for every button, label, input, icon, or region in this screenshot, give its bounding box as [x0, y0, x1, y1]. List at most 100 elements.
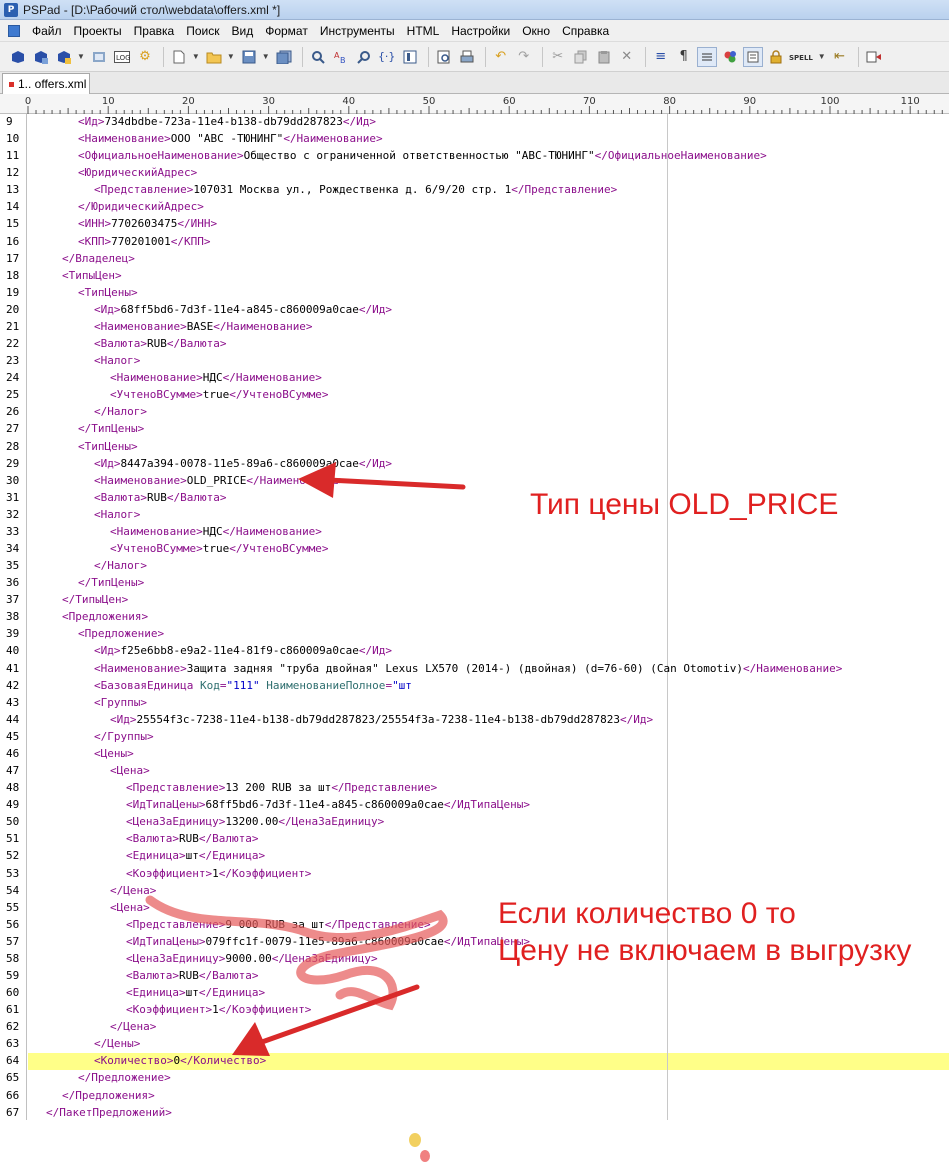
code-line[interactable]: 54 </Цена> [0, 883, 949, 900]
code-line[interactable]: 12 <ЮридическийАдрес> [0, 165, 949, 182]
menu-format[interactable]: Формат [259, 20, 314, 42]
lock-icon[interactable] [766, 47, 786, 67]
project-options-icon[interactable] [54, 47, 74, 67]
code-line[interactable]: 55 <Цена> [0, 900, 949, 917]
code-line[interactable]: 24 <Наименование>НДС</Наименование> [0, 370, 949, 387]
code-line[interactable]: 63 </Цены> [0, 1036, 949, 1053]
tab-offers-xml[interactable]: 1.. offers.xml [2, 73, 90, 94]
code-line[interactable]: 23 <Налог> [0, 353, 949, 370]
color-icon[interactable] [720, 47, 740, 67]
code-line[interactable]: 35 </Налог> [0, 558, 949, 575]
code-line[interactable]: 15 <ИНН>7702603475</ИНН> [0, 216, 949, 233]
chevron-down-icon[interactable]: ▼ [77, 52, 85, 61]
code-line[interactable]: 39 <Предложение> [0, 626, 949, 643]
code-line[interactable]: 19 <ТипЦены> [0, 285, 949, 302]
document-menu-icon[interactable] [8, 24, 20, 37]
close-project-icon[interactable] [89, 47, 109, 67]
menu-file[interactable]: Файл [26, 20, 68, 42]
code-line[interactable]: 50 <ЦенаЗаЕдиницу>13200.00</ЦенаЗаЕдиницу… [0, 814, 949, 831]
code-line[interactable]: 47 <Цена> [0, 763, 949, 780]
replace-icon[interactable]: AB [331, 47, 351, 67]
chevron-down-icon[interactable]: ▼ [262, 52, 270, 61]
code-line[interactable]: 64 <Количество>0</Количество> [0, 1053, 949, 1070]
code-line[interactable]: 36 </ТипЦены> [0, 575, 949, 592]
code-line[interactable]: 48 <Представление>13 200 RUB за шт</Предс… [0, 780, 949, 797]
code-line[interactable]: 49 <ИдТипаЦены>68ff5bd6-7d3f-11e4-a845-c8… [0, 797, 949, 814]
open-file-icon[interactable] [204, 47, 224, 67]
save-icon[interactable] [239, 47, 259, 67]
menu-edit[interactable]: Правка [128, 20, 181, 42]
code-line[interactable]: 28 <ТипЦены> [0, 439, 949, 456]
code-line[interactable]: 29 <Ид>8447a394-0078-11e5-89a6-c860009a0c… [0, 456, 949, 473]
open-project-icon[interactable] [8, 47, 28, 67]
code-line[interactable]: 59 <Валюта>RUB</Валюта> [0, 968, 949, 985]
undo-icon[interactable]: ↶ [491, 47, 511, 67]
redo-icon[interactable]: ↷ [514, 47, 534, 67]
code-line[interactable]: 21 <Наименование>BASE</Наименование> [0, 319, 949, 336]
code-line[interactable]: 40 <Ид>f25e6bb8-e9a2-11e4-81f9-c860009a0c… [0, 643, 949, 660]
code-line[interactable]: 45 </Группы> [0, 729, 949, 746]
code-line[interactable]: 25 <УчтеноВСумме>true</УчтеноВСумме> [0, 387, 949, 404]
new-file-icon[interactable] [169, 47, 189, 67]
menu-help[interactable]: Справка [556, 20, 615, 42]
chevron-down-icon[interactable]: ▼ [192, 52, 200, 61]
code-line[interactable]: 43 <Группы> [0, 695, 949, 712]
brackets-icon[interactable]: {·} [377, 47, 397, 67]
menu-settings[interactable]: Настройки [445, 20, 516, 42]
paste-icon[interactable] [594, 47, 614, 67]
code-line[interactable]: 16 <КПП>770201001</КПП> [0, 234, 949, 251]
delete-icon[interactable]: ✕ [617, 47, 637, 67]
code-line[interactable]: 9 <Ид>734dbdbe-723a-11e4-b138-db79dd28782… [0, 114, 949, 131]
code-line[interactable]: 44 <Ид>25554f3c-7238-11e4-b138-db79dd2878… [0, 712, 949, 729]
code-line[interactable]: 41 <Наименование>Защита задняя "труба дво… [0, 661, 949, 678]
code-line[interactable]: 18 <ТипыЦен> [0, 268, 949, 285]
compile-icon[interactable] [864, 47, 884, 67]
code-line[interactable]: 52 <Единица>шт</Единица> [0, 848, 949, 865]
menu-window[interactable]: Окно [516, 20, 556, 42]
code-line[interactable]: 17 </Владелец> [0, 251, 949, 268]
code-line[interactable]: 51 <Валюта>RUB</Валюта> [0, 831, 949, 848]
copy-icon[interactable] [571, 47, 591, 67]
code-line[interactable]: 66 </Предложения> [0, 1088, 949, 1105]
menu-html[interactable]: HTML [401, 20, 446, 42]
find-in-files-icon[interactable] [354, 47, 374, 67]
code-line[interactable]: 56 <Представление>9 000 RUB за шт</Предст… [0, 917, 949, 934]
code-line[interactable]: 67 </ПакетПредложений> [0, 1105, 949, 1122]
code-line[interactable]: 26 </Налог> [0, 404, 949, 421]
macro-icon[interactable]: ⇤ [830, 47, 850, 67]
cut-icon[interactable]: ✂ [548, 47, 568, 67]
hex-edit-icon[interactable] [742, 46, 763, 67]
save-all-icon[interactable] [274, 47, 294, 67]
code-line[interactable]: 11 <ОфициальноеНаименование>Общество с ог… [0, 148, 949, 165]
menu-search[interactable]: Поиск [180, 20, 225, 42]
code-line[interactable]: 27 </ТипЦены> [0, 421, 949, 438]
chevron-down-icon[interactable]: ▼ [227, 52, 235, 61]
word-wrap-icon[interactable]: ≡ [651, 47, 671, 67]
settings-icon[interactable]: ⚙ [135, 47, 155, 67]
find-icon[interactable] [308, 47, 328, 67]
menu-projects[interactable]: Проекты [68, 20, 128, 42]
code-line[interactable]: 10 <Наименование>ООО "АВС -ТЮНИНГ"</Наиме… [0, 131, 949, 148]
log-icon[interactable]: LOG [112, 47, 132, 67]
code-line[interactable]: 20 <Ид>68ff5bd6-7d3f-11e4-a845-c860009a0c… [0, 302, 949, 319]
menu-tools[interactable]: Инструменты [314, 20, 401, 42]
pilcrow-icon[interactable]: ¶ [674, 47, 694, 67]
code-line[interactable]: 46 <Цены> [0, 746, 949, 763]
code-line[interactable]: 60 <Единица>шт</Единица> [0, 985, 949, 1002]
column-mode-icon[interactable] [696, 46, 717, 67]
code-editor[interactable]: 9 <Ид>734dbdbe-723a-11e4-b138-db79dd28782… [0, 114, 949, 1120]
code-line[interactable]: 53 <Коэффициент>1</Коэффициент> [0, 866, 949, 883]
code-line[interactable]: 13 <Представление>107031 Москва ул., Рожд… [0, 182, 949, 199]
code-line[interactable]: 61 <Коэффициент>1</Коэффициент> [0, 1002, 949, 1019]
code-line[interactable]: 22 <Валюта>RUB</Валюта> [0, 336, 949, 353]
code-line[interactable]: 42 <БазоваяЕдиница Код="111" Наименование… [0, 678, 949, 695]
preview-icon[interactable] [434, 47, 454, 67]
code-line[interactable]: 65 </Предложение> [0, 1070, 949, 1087]
save-project-icon[interactable] [31, 47, 51, 67]
code-line[interactable]: 62 </Цена> [0, 1019, 949, 1036]
menu-view[interactable]: Вид [225, 20, 259, 42]
code-line[interactable]: 14 </ЮридическийАдрес> [0, 199, 949, 216]
code-line[interactable]: 33 <Наименование>НДС</Наименование> [0, 524, 949, 541]
code-line[interactable]: 38 <Предложения> [0, 609, 949, 626]
chevron-down-icon[interactable]: ▼ [818, 52, 826, 61]
